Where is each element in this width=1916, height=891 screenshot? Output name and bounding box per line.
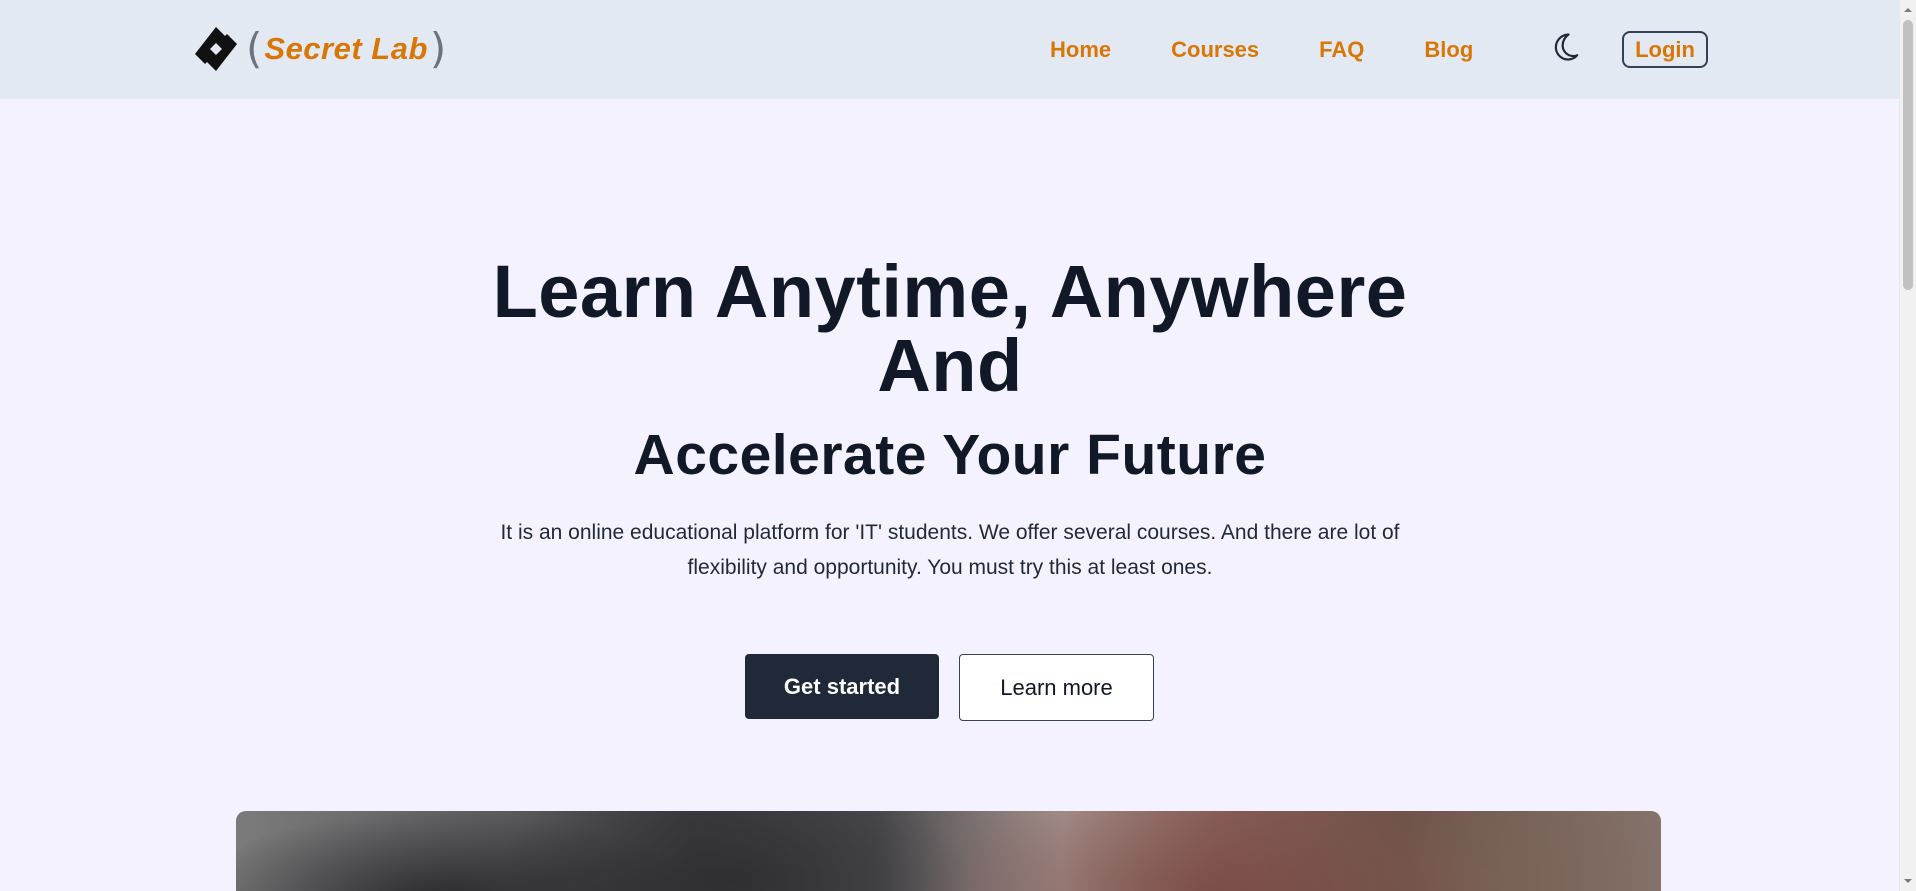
hero-title: Learn Anytime, Anywhere And [404,255,1496,403]
learn-more-button[interactable]: Learn more [959,654,1154,721]
hero-image [236,811,1661,891]
scroll-up-arrow-icon[interactable] [1903,5,1913,15]
navbar: ( Secret Lab ) Home Courses FAQ Blog Log… [0,0,1899,99]
hero-title-line-1: Learn Anytime, Anywhere [492,250,1408,333]
theme-toggle-button[interactable] [1545,28,1581,64]
page: ( Secret Lab ) Home Courses FAQ Blog Log… [0,0,1899,891]
main-nav: Home Courses FAQ Blog [1050,30,1533,70]
nav-blog-link[interactable]: Blog [1424,30,1473,70]
login-button[interactable]: Login [1622,31,1708,68]
moon-icon [1554,33,1579,61]
nav-home-link[interactable]: Home [1050,30,1111,70]
brand-wordmark: ( Secret Lab ) [246,27,446,71]
brand-logo-link[interactable]: ( Secret Lab ) [192,22,446,76]
scroll-down-arrow-icon[interactable] [1903,876,1913,886]
hero-subtitle: Accelerate Your Future [633,423,1267,487]
get-started-button[interactable]: Get started [745,654,939,719]
brand-name: Secret Lab [264,31,428,66]
brand-bracket-right: ) [429,24,447,73]
nav-faq-link[interactable]: FAQ [1319,30,1364,70]
scrollbar-thumb[interactable] [1903,20,1913,290]
hero-title-line-2: And [877,324,1023,407]
brand-bracket-left: ( [246,24,263,73]
diamond-logo-icon [195,27,237,71]
nav-courses-link[interactable]: Courses [1171,30,1259,70]
vertical-scrollbar[interactable] [1899,0,1916,891]
hero-actions: Get started Learn more [745,654,1154,721]
hero-description: It is an online educational platform for… [500,521,1400,579]
